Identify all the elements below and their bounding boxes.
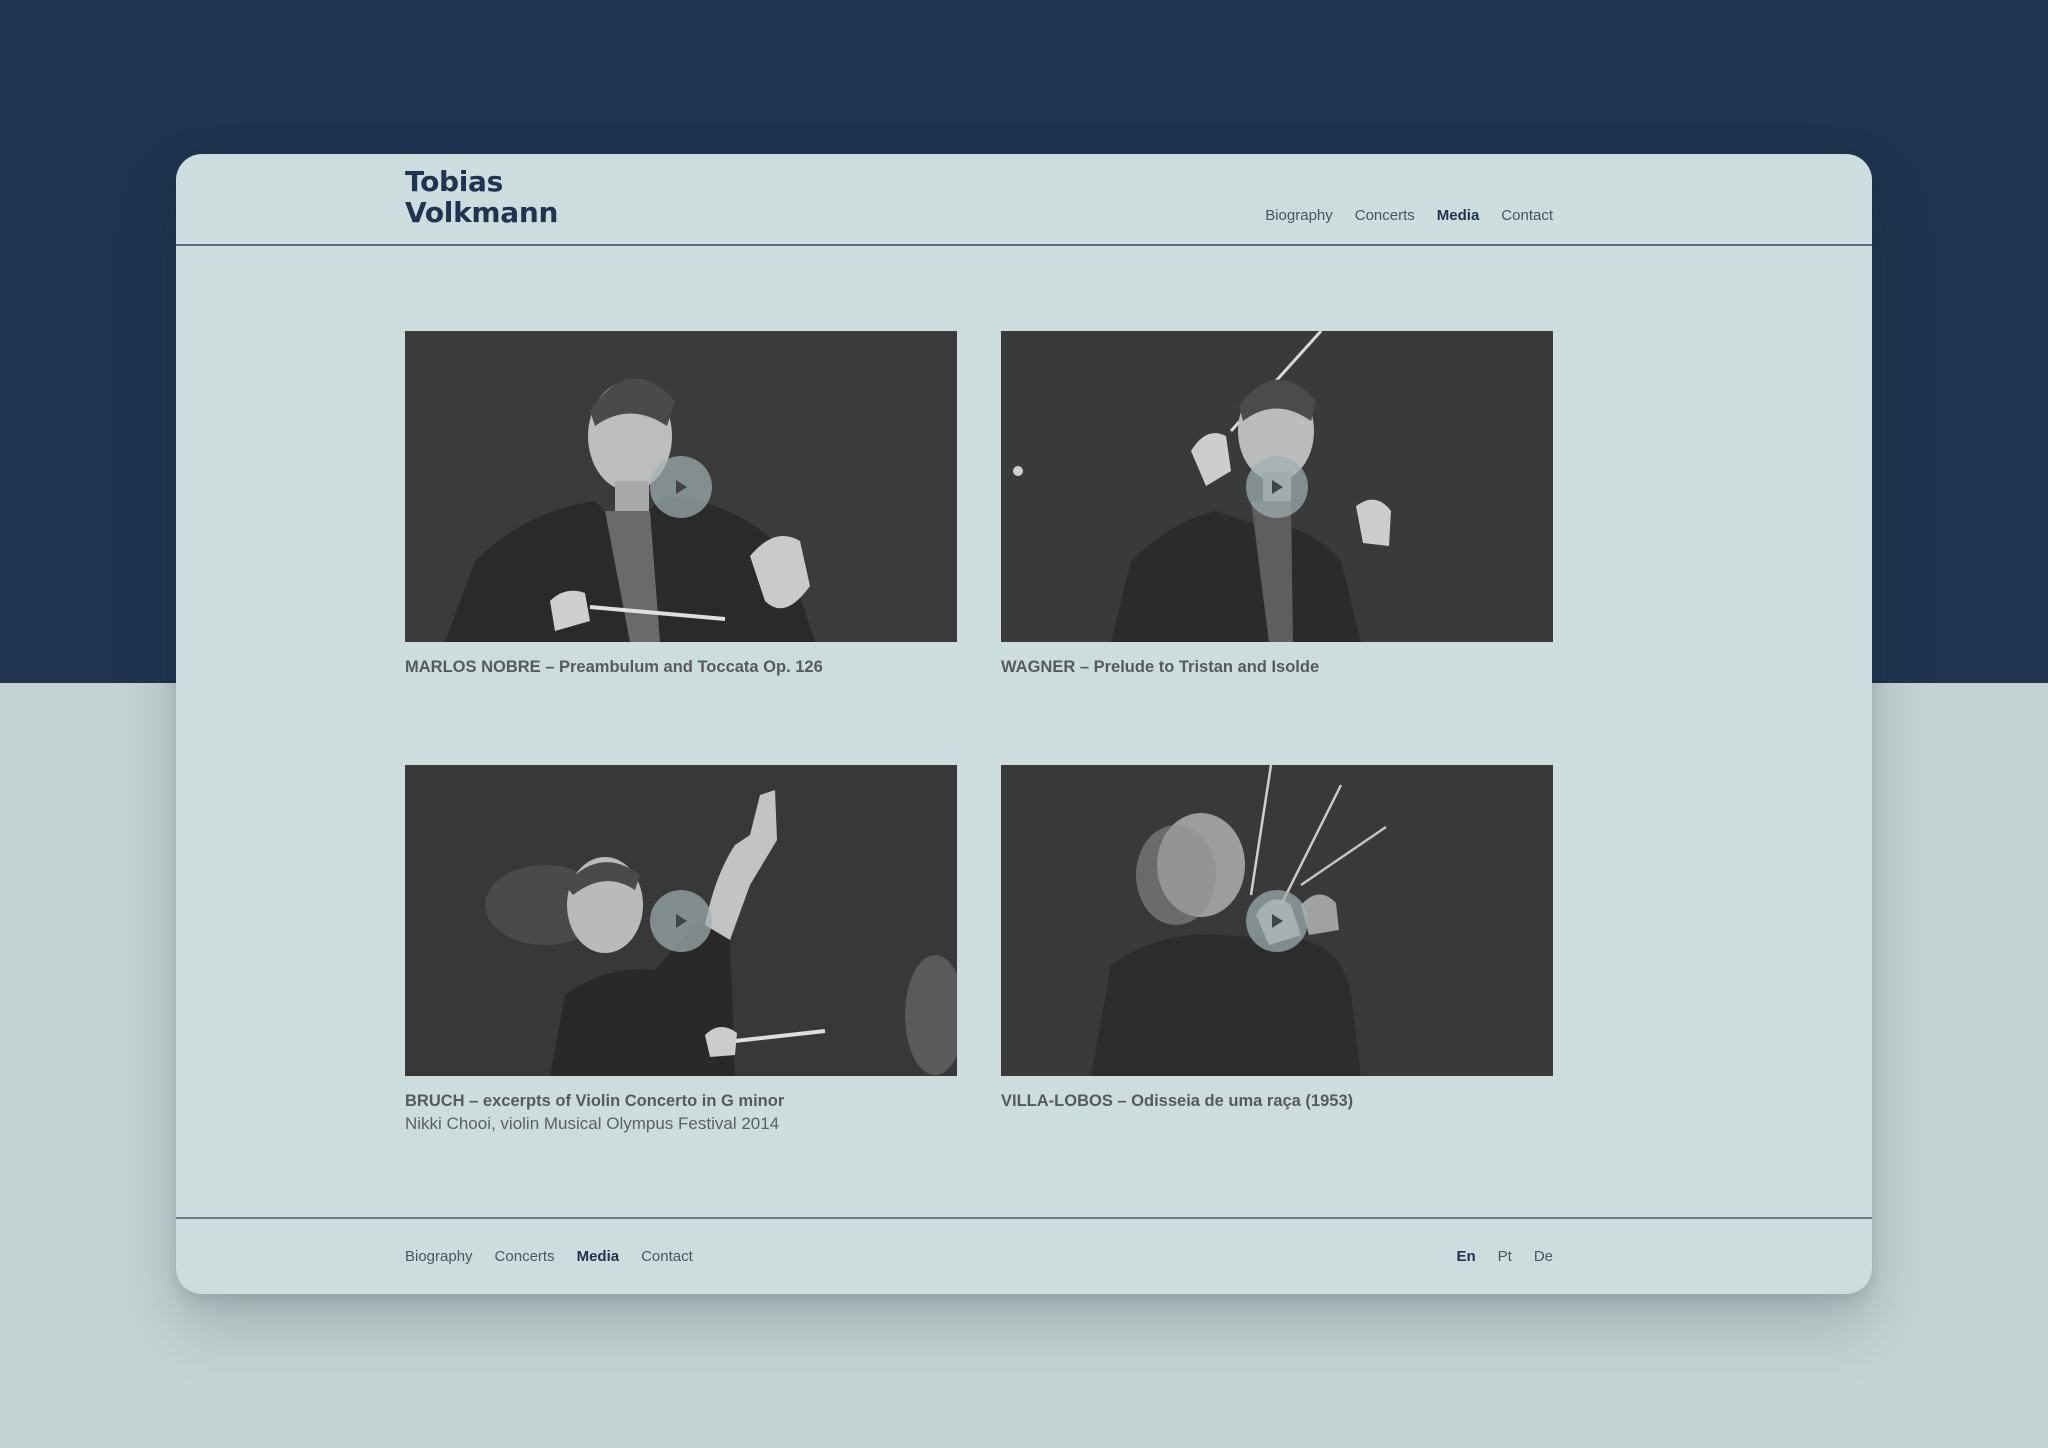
media-card[interactable]: VILLA-LOBOS – Odisseia de uma raça (1953… [1001,765,1553,1112]
footer-nav-item-concerts[interactable]: Concerts [495,1247,555,1267]
nav-item-media[interactable]: Media [1437,206,1480,226]
language-option-de[interactable]: De [1534,1247,1553,1267]
logo-first-name: Tobias [405,165,504,198]
footer-nav-item-contact[interactable]: Contact [641,1247,693,1267]
language-option-pt[interactable]: Pt [1498,1247,1512,1267]
language-switcher: En Pt De [1456,1247,1553,1267]
footer-nav-item-media[interactable]: Media [577,1247,620,1267]
media-card[interactable]: BRUCH – excerpts of Violin Concerto in G… [405,765,957,1136]
media-title: WAGNER – Prelude to Tristan and Isolde [1001,658,1320,676]
video-thumbnail[interactable] [405,765,957,1076]
media-card[interactable]: WAGNER – Prelude to Tristan and Isolde [1001,331,1553,678]
video-thumbnail[interactable] [1001,331,1553,642]
site-logo[interactable]: Tobias Volkmann [405,166,558,228]
media-title: VILLA-LOBOS – Odisseia de uma raça (1953… [1001,1092,1354,1110]
logo-last-name: Volkmann [405,196,559,229]
media-title: BRUCH – excerpts of Violin Concerto in G… [405,1092,785,1110]
browser-window: Tobias Volkmann Biography Concerts Media… [176,154,1872,1294]
play-icon[interactable] [1246,456,1308,518]
nav-item-biography[interactable]: Biography [1265,206,1333,226]
media-card[interactable]: MARLOS NOBRE – Preambulum and Toccata Op… [405,331,957,678]
footer-nav: Biography Concerts Media Contact [405,1247,693,1267]
video-thumbnail[interactable] [1001,765,1553,1076]
media-subtitle: Nikki Chooi, violin Musical Olympus Fest… [405,1114,780,1133]
play-icon[interactable] [650,890,712,952]
nav-item-contact[interactable]: Contact [1501,206,1553,226]
nav-item-concerts[interactable]: Concerts [1355,206,1415,226]
play-icon[interactable] [650,456,712,518]
main-nav: Biography Concerts Media Contact [1265,206,1553,226]
site-header: Tobias Volkmann Biography Concerts Media… [176,154,1872,246]
video-thumbnail[interactable] [405,331,957,642]
footer-nav-item-biography[interactable]: Biography [405,1247,473,1267]
site-footer: Biography Concerts Media Contact En Pt D… [176,1217,1872,1294]
media-title: MARLOS NOBRE – Preambulum and Toccata Op… [405,658,823,676]
play-icon[interactable] [1246,890,1308,952]
language-option-en[interactable]: En [1456,1247,1475,1267]
